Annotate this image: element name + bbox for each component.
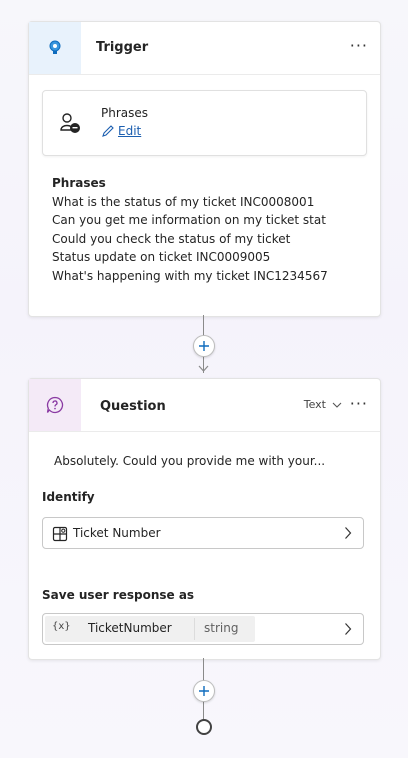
chevron-down-icon (332, 402, 342, 408)
response-type-dropdown[interactable]: Text (304, 398, 342, 411)
phrases-heading: Phrases (52, 176, 106, 190)
trigger-title: Trigger (96, 40, 149, 55)
variable-name: TicketNumber (88, 621, 172, 635)
phrase-item: Could you check the status of my ticket (52, 231, 291, 246)
variable-badge: {x} (52, 621, 71, 632)
identify-value: Ticket Number (73, 526, 161, 540)
question-title: Question (100, 399, 166, 414)
entity-icon (52, 526, 68, 542)
trigger-node[interactable]: Trigger ··· Phrases Edit Phrases What is… (28, 21, 381, 317)
phrase-item: What's happening with my ticket INC12345… (52, 268, 328, 283)
question-message[interactable]: Absolutely. Could you provide me with yo… (54, 454, 325, 468)
response-type-label: Text (303, 398, 326, 411)
question-header: Question Text ··· (29, 379, 380, 432)
question-more-button[interactable]: ··· (350, 394, 368, 413)
phrases-card[interactable]: Phrases Edit (42, 90, 367, 156)
edit-label: Edit (118, 124, 142, 138)
question-bubble-icon (46, 396, 64, 414)
variable-type: string (204, 621, 239, 635)
phrases-card-title: Phrases (101, 106, 149, 120)
variable-chip: {x} TicketNumber string (45, 616, 255, 642)
flow-end-node (196, 719, 212, 735)
phrase-item: What is the status of my ticket INC00080… (52, 194, 315, 209)
trigger-icon-box (29, 22, 81, 74)
lightbulb-icon (49, 40, 61, 54)
question-icon-box (29, 379, 81, 431)
add-node-button[interactable] (193, 335, 215, 357)
add-node-button[interactable] (193, 680, 215, 702)
pencil-icon (102, 125, 114, 137)
phrases-list: Phrases What is the status of my ticket … (52, 174, 358, 285)
phrase-item: Can you get me information on my ticket … (52, 213, 326, 227)
question-node[interactable]: Question Text ··· Absolutely. Could you … (28, 378, 381, 660)
chevron-right-icon (345, 527, 352, 539)
save-response-label: Save user response as (42, 588, 195, 602)
trigger-more-button[interactable]: ··· (350, 36, 368, 55)
arrow-down-icon (198, 365, 209, 372)
identify-label: Identify (42, 490, 95, 504)
phrase-item: Status update on ticket INC0009005 (52, 250, 271, 264)
trigger-header: Trigger ··· (29, 22, 380, 75)
chip-divider (194, 618, 195, 640)
identify-field[interactable]: Ticket Number (42, 517, 364, 549)
person-chat-icon (60, 113, 80, 133)
edit-phrases-link[interactable]: Edit (101, 124, 141, 138)
chevron-right-icon (345, 623, 352, 635)
save-variable-field[interactable]: {x} TicketNumber string (42, 613, 364, 645)
plus-icon (199, 341, 209, 351)
plus-icon (199, 686, 209, 696)
